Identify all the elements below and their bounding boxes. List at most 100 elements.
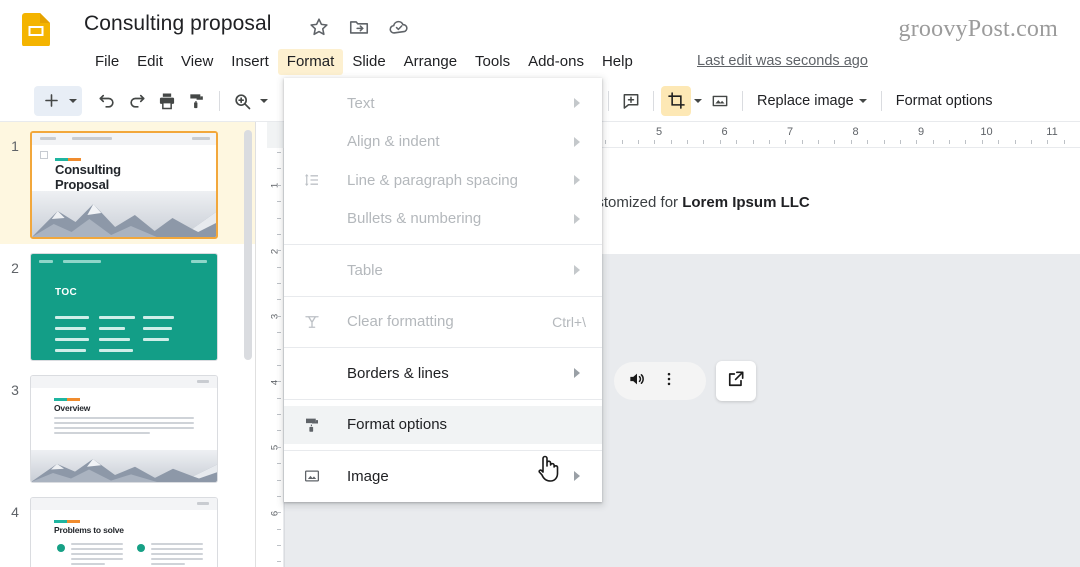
print-button[interactable]: [152, 86, 182, 116]
ruler-tick: [277, 283, 281, 284]
submenu-arrow-icon: [574, 136, 580, 147]
ruler-tick: [637, 140, 639, 144]
menu-slide[interactable]: Slide: [343, 49, 394, 75]
zoom-button[interactable]: [227, 86, 257, 116]
cloud-saved-icon[interactable]: [388, 16, 410, 38]
slide-thumbnail-frame: Consulting Proposal: [30, 131, 218, 239]
redo-button[interactable]: [122, 86, 152, 116]
title-bar: Consulting proposal groovyPost.com: [0, 0, 1080, 47]
menu-view[interactable]: View: [172, 49, 222, 75]
menu-item-align-indent: Align & indent: [284, 123, 602, 162]
slide-thumbnail-1[interactable]: 1 Consulting Proposal: [0, 122, 255, 244]
menu-items: File Edit View Insert Format Slide Arrange Tool…: [86, 46, 642, 78]
menu-format[interactable]: Format: [277, 49, 344, 75]
ruler-tick: [736, 140, 738, 144]
crop-icon: [661, 86, 691, 116]
no-icon-placeholder: [300, 91, 324, 115]
menu-item-label: Text: [347, 94, 375, 112]
ruler-number: 9: [917, 126, 925, 138]
image-icon: [300, 464, 324, 488]
more-options-icon[interactable]: [660, 370, 678, 393]
ruler-tick: [277, 315, 281, 317]
menu-bar: File Edit View Insert Format Slide Arrange Tool…: [0, 46, 1080, 78]
menu-item-clear-formatting: Clear formatting Ctrl+\: [284, 303, 602, 342]
ruler-tick: [768, 140, 770, 144]
ruler-tick: [1014, 140, 1016, 144]
move-to-folder-icon[interactable]: [348, 16, 370, 38]
slide-customized-text: ustomized for Lorem Ipsum LLC: [588, 194, 810, 211]
slide-number: 4: [11, 504, 19, 520]
ruler-tick: [670, 140, 672, 144]
slide-thumbnail-content: Consulting Proposal: [32, 133, 216, 237]
ruler-tick: [277, 152, 281, 153]
menu-help[interactable]: Help: [593, 49, 642, 75]
ruler-tick: [703, 140, 705, 144]
menu-item-label: Image: [347, 467, 389, 485]
ruler-tick: [277, 430, 281, 432]
star-icon[interactable]: [308, 16, 330, 38]
vertical-ruler: 123456: [267, 122, 284, 567]
ruler-tick: [277, 168, 281, 170]
ruler-tick: [277, 217, 281, 219]
title-action-icons: [308, 16, 410, 38]
add-comment-button[interactable]: [616, 86, 646, 116]
menu-item-label: Line & paragraph spacing: [347, 171, 518, 189]
menu-item-format-options[interactable]: Format options: [284, 405, 602, 444]
format-menu-dropdown[interactable]: Text Align & indent Line & paragraph spaci…: [284, 78, 602, 502]
slide-thumbnail-3[interactable]: 3 Overview: [0, 366, 255, 488]
replace-image-button[interactable]: Replace image: [750, 93, 874, 109]
crop-dropdown-icon[interactable]: [691, 86, 705, 116]
new-slide-button[interactable]: [34, 85, 82, 116]
ruler-tick: [277, 266, 281, 268]
slide-thumbnail-4[interactable]: 4 Problems to solve: [0, 488, 255, 567]
ruler-tick: [801, 140, 803, 144]
zoom-dropdown-icon[interactable]: [257, 86, 271, 116]
menu-divider: [284, 398, 602, 400]
replace-image-label: Replace image: [757, 92, 854, 109]
menu-file[interactable]: File: [86, 49, 128, 75]
menu-tools[interactable]: Tools: [466, 49, 519, 75]
menu-add-ons[interactable]: Add-ons: [519, 49, 593, 75]
last-edit-status[interactable]: Last edit was seconds ago: [697, 53, 868, 69]
menu-arrange[interactable]: Arrange: [395, 49, 466, 75]
volume-icon[interactable]: [627, 369, 647, 394]
ruler-tick: [277, 184, 281, 186]
format-options-button[interactable]: Format options: [889, 93, 1000, 109]
slide-thumbnail-2[interactable]: 2 TOC: [0, 244, 255, 366]
crop-button[interactable]: [661, 85, 691, 116]
ruler-number: 5: [655, 126, 663, 138]
ruler-tick: [752, 140, 754, 144]
menu-item-text: Text: [284, 84, 602, 123]
ruler-tick: [818, 140, 819, 144]
undo-button[interactable]: [92, 86, 122, 116]
new-slide-dropdown-icon[interactable]: [66, 86, 80, 116]
clear-formatting-icon: [300, 310, 324, 334]
menu-item-image[interactable]: Image: [284, 457, 602, 496]
paint-format-button[interactable]: [182, 86, 212, 116]
ruler-tick: [654, 140, 656, 144]
open-in-new-button[interactable]: [716, 361, 756, 401]
menu-item-shortcut: Ctrl+\: [552, 313, 586, 330]
filmstrip-scrollbar[interactable]: [244, 130, 252, 360]
ruler-tick: [834, 140, 836, 144]
submenu-arrow-icon: [574, 175, 580, 186]
menu-item-label: Format options: [347, 416, 448, 434]
ruler-tick: [998, 140, 1000, 144]
slide-thumbnail-panel[interactable]: 1 Consulting Proposal 2 TOC 3 Overview 4 Problem…: [0, 122, 256, 567]
ruler-tick: [916, 140, 918, 144]
slide-thumbnail-content: TOC: [31, 254, 217, 360]
menu-insert[interactable]: Insert: [222, 49, 278, 75]
submenu-arrow-icon: [574, 265, 580, 276]
menu-item-borders-lines[interactable]: Borders & lines: [284, 354, 602, 393]
line-spacing-icon: [300, 168, 324, 192]
open-in-new-icon: [726, 369, 746, 394]
google-slides-window: Consulting proposal groovyPost.com File …: [0, 0, 1080, 567]
customized-prefix: ustomized for: [588, 194, 683, 211]
submenu-arrow-icon: [574, 471, 580, 482]
ruler-tick: [277, 348, 281, 350]
image-mask-button[interactable]: [705, 86, 735, 116]
document-title[interactable]: Consulting proposal: [84, 12, 272, 36]
menu-edit[interactable]: Edit: [128, 49, 172, 75]
ruler-tick: [277, 233, 281, 235]
plus-icon: [36, 86, 66, 116]
